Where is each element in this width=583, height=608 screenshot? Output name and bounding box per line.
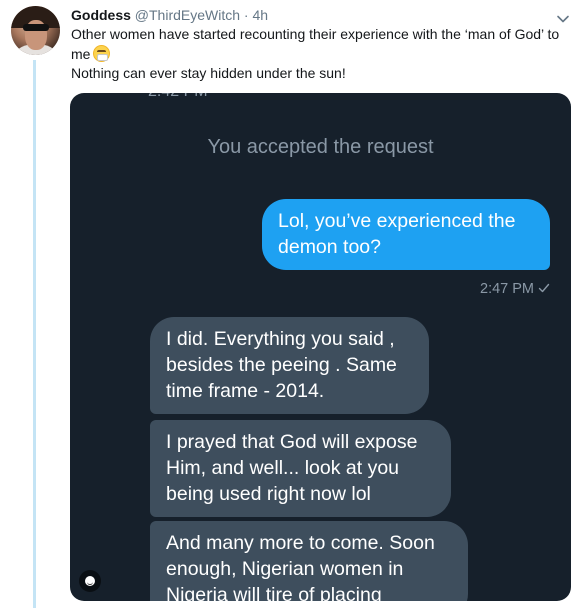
dm-system-message: You accepted the request: [207, 136, 434, 158]
author-name[interactable]: Goddess: [71, 7, 131, 23]
reply-thread-line: [33, 60, 36, 608]
gif-badge-icon[interactable]: [79, 570, 101, 592]
tweet-line-2: me: [71, 44, 571, 65]
author-handle[interactable]: @ThirdEyeWitch: [135, 7, 240, 23]
tweet-header: Goddess @ThirdEyeWitch · 4h: [71, 6, 268, 24]
dm-top-timestamp: 2:42 PM: [70, 93, 571, 101]
sent-message-bubble: Lol, you’ve experienced the demon too?: [262, 199, 550, 270]
tweet-text: Other women have started recounting thei…: [71, 25, 571, 84]
sent-message-status: 2:47 PM: [480, 281, 550, 297]
separator-dot: ·: [243, 7, 249, 23]
sent-message-timestamp: 2:47 PM: [480, 281, 534, 297]
tweet-timestamp[interactable]: 4h: [252, 7, 268, 23]
mask-emoji-icon: [93, 44, 111, 62]
dm-screenshot-image[interactable]: 2:42 PM You accepted the request Lol, yo…: [70, 93, 571, 601]
tweet-line-2-text: me: [71, 45, 91, 62]
checkmark-icon: [538, 282, 550, 294]
received-message-bubble: I did. Everything you said , besides the…: [150, 317, 429, 414]
received-message-bubble: And many more to come. Soon enough, Nige…: [150, 521, 468, 601]
tweet-line-1: Other women have started recounting thei…: [71, 26, 560, 42]
avatar[interactable]: [11, 6, 60, 55]
chevron-down-icon[interactable]: [556, 12, 570, 26]
received-message-bubble: I prayed that God will expose Him, and w…: [150, 420, 451, 517]
tweet-line-3: Nothing can ever stay hidden under the s…: [71, 65, 346, 81]
